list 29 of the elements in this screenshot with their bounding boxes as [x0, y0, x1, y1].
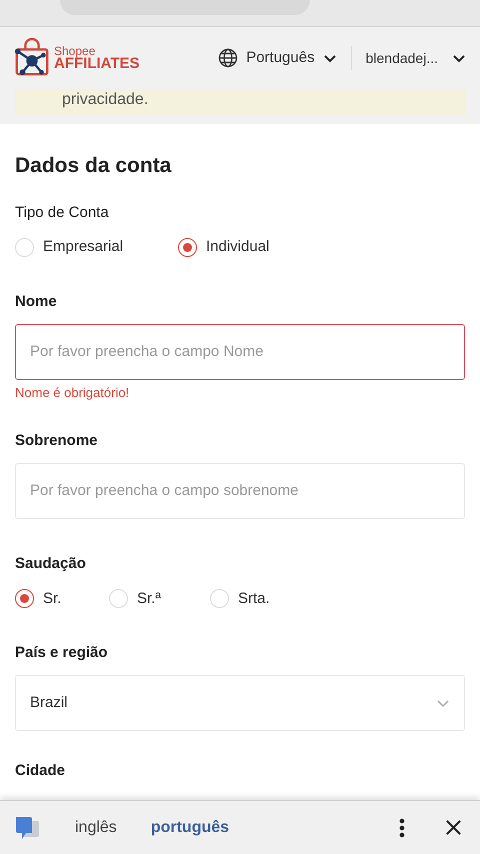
radio-option[interactable]: Sr.ª — [109, 588, 210, 610]
field-label: Saudação — [15, 554, 87, 574]
language-tab[interactable]: português — [150, 816, 230, 840]
account-menu[interactable]: blendadej... — [366, 48, 466, 68]
error-message: Nome é obrigatório! — [15, 384, 130, 400]
language-selector[interactable]: Português — [218, 46, 337, 70]
close-icon[interactable] — [445, 819, 462, 836]
globe-icon — [218, 48, 238, 68]
country-select[interactable]: Brazil — [15, 675, 465, 731]
radio-button[interactable] — [15, 589, 34, 608]
field-label: País e região — [15, 643, 109, 663]
more-options-icon[interactable] — [399, 818, 405, 838]
translate-icon[interactable] — [14, 814, 40, 840]
logo-icon — [13, 38, 51, 78]
input-field[interactable]: Por favor preencha o campo Nome — [15, 324, 465, 380]
radio-button[interactable] — [178, 238, 197, 257]
field-label: Cidade — [15, 761, 66, 781]
field-label: Tipo de Conta — [15, 203, 110, 223]
radio-option[interactable]: Empresarial — [15, 236, 178, 258]
section-title: Dados da conta — [15, 153, 172, 179]
radio-option[interactable]: Srta. — [210, 588, 270, 610]
field-label: Sobrenome — [15, 430, 99, 450]
logo-text: AFFILIATES — [54, 56, 140, 71]
field-label: Nome — [15, 292, 58, 312]
radio-option[interactable]: Individual — [178, 236, 270, 258]
language-tab[interactable]: inglês — [75, 816, 117, 840]
notice-text: privacidade. — [62, 90, 148, 110]
logo-text: Shopee — [54, 45, 96, 57]
radio-option[interactable]: Sr. — [15, 588, 109, 610]
